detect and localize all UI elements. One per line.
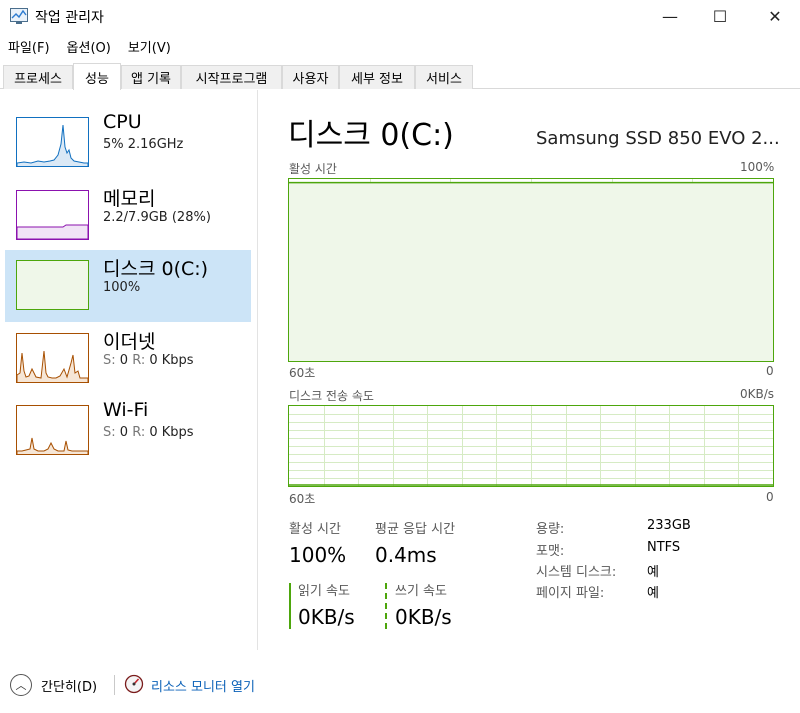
- resource-list: CPU 5% 2.16GHz 메모리 2.2/7.9GB (28%) 디스크 0…: [0, 90, 258, 650]
- wifi-thumbnail-graph: [16, 405, 89, 455]
- tab-performance[interactable]: 성능: [73, 63, 121, 90]
- menu-options[interactable]: 옵션(O): [59, 37, 120, 56]
- page-title: 디스크 0(C:): [288, 118, 454, 153]
- menu-file[interactable]: 파일(F): [0, 37, 59, 56]
- tab-processes[interactable]: 프로세스: [3, 65, 73, 89]
- resource-item-disk[interactable]: 디스크 0(C:) 100%: [5, 250, 251, 322]
- maximize-button[interactable]: ☐: [695, 0, 745, 32]
- read-speed-label: 읽기 속도: [298, 584, 350, 599]
- active-time-x-right: 0: [766, 364, 774, 378]
- tab-startup[interactable]: 시작프로그램: [181, 65, 282, 89]
- window-title: 작업 관리자: [35, 10, 104, 26]
- close-button[interactable]: ✕: [750, 0, 800, 32]
- wifi-send-label: S:: [103, 425, 116, 440]
- active-time-stat-value: 100%: [289, 543, 347, 567]
- system-disk-label: 시스템 디스크:: [536, 565, 617, 580]
- page-file-value: 예: [647, 586, 659, 601]
- active-time-x-left: 60초: [289, 366, 316, 380]
- disk-model: Samsung SSD 850 EVO 2...: [536, 128, 780, 149]
- transfer-rate-gridlines: [289, 406, 773, 486]
- cpu-subtitle: 5% 2.16GHz: [103, 137, 184, 152]
- memory-subtitle: 2.2/7.9GB (28%): [103, 210, 211, 225]
- tab-details[interactable]: 세부 정보: [339, 65, 415, 89]
- task-manager-icon: [10, 8, 28, 24]
- write-speed-label: 쓰기 속도: [395, 584, 447, 599]
- write-speed-value: 0KB/s: [395, 605, 452, 629]
- read-speed-value: 0KB/s: [298, 605, 355, 629]
- ethernet-send-value: 0: [119, 353, 129, 368]
- chevron-up-icon[interactable]: ︿: [10, 674, 32, 696]
- disk-subtitle: 100%: [103, 280, 141, 295]
- transfer-rate-graph-plot: [289, 406, 773, 486]
- capacity-label: 용량:: [536, 522, 565, 537]
- memory-title: 메모리: [103, 188, 156, 210]
- transfer-rate-x-right: 0: [766, 490, 774, 504]
- disk-title: 디스크 0(C:): [103, 258, 209, 280]
- maximize-icon: ☐: [712, 6, 728, 26]
- active-time-graph-label: 활성 시간: [289, 162, 337, 176]
- ethernet-send-label: S:: [103, 353, 116, 368]
- transfer-rate-graph-label: 디스크 전송 속도: [289, 389, 374, 403]
- menu-view[interactable]: 보기(V): [120, 37, 180, 56]
- active-time-graph: [288, 178, 774, 362]
- resource-item-cpu[interactable]: CPU 5% 2.16GHz: [5, 107, 251, 179]
- cpu-title: CPU: [103, 111, 142, 133]
- disk-thumbnail-graph: [16, 260, 89, 310]
- menu-bar: 파일(F) 옵션(O) 보기(V): [0, 34, 800, 58]
- active-time-stat-label: 활성 시간: [289, 522, 341, 537]
- page-file-label: 페이지 파일:: [536, 586, 605, 601]
- footer-divider: [114, 675, 115, 695]
- tab-app-history[interactable]: 앱 기록: [121, 65, 181, 89]
- active-time-graph-plot: [289, 179, 773, 361]
- transfer-rate-x-left: 60초: [289, 492, 316, 506]
- resource-monitor-icon[interactable]: [124, 674, 144, 694]
- write-speed-indicator: [385, 583, 387, 629]
- ethernet-subtitle: S: 0 R: 0 Kbps: [103, 353, 194, 368]
- format-label: 포맷:: [536, 544, 565, 559]
- resource-item-ethernet[interactable]: 이더넷 S: 0 R: 0 Kbps: [5, 323, 251, 395]
- ethernet-receive-label: R:: [132, 353, 146, 368]
- fewer-details-button[interactable]: 간단히(D): [41, 676, 97, 695]
- system-disk-value: 예: [647, 565, 659, 580]
- ethernet-receive-value: 0 Kbps: [149, 353, 194, 368]
- tab-users[interactable]: 사용자: [282, 65, 339, 89]
- open-resource-monitor-link[interactable]: 리소스 모니터 열기: [151, 676, 255, 695]
- footer: ︿ 간단히(D) 리소스 모니터 열기: [0, 665, 800, 705]
- active-time-fill: [289, 182, 773, 361]
- transfer-rate-graph-max: 0KB/s: [740, 387, 775, 401]
- minimize-button[interactable]: —: [645, 0, 695, 32]
- resource-item-memory[interactable]: 메모리 2.2/7.9GB (28%): [5, 180, 251, 252]
- wifi-send-value: 0: [119, 425, 129, 440]
- wifi-receive-label: R:: [132, 425, 146, 440]
- tab-services[interactable]: 서비스: [415, 65, 473, 89]
- resource-item-wifi[interactable]: Wi-Fi S: 0 R: 0 Kbps: [5, 395, 251, 467]
- minimize-icon: —: [662, 6, 678, 26]
- response-time-stat-value: 0.4ms: [375, 543, 437, 567]
- response-time-stat-label: 평균 응답 시간: [375, 522, 456, 537]
- read-speed-indicator: [289, 583, 291, 629]
- format-value: NTFS: [647, 540, 681, 555]
- memory-thumbnail-graph: [16, 190, 89, 240]
- ethernet-title: 이더넷: [103, 331, 156, 353]
- cpu-thumbnail-graph: [16, 117, 89, 167]
- active-time-graph-max: 100%: [740, 160, 775, 174]
- ethernet-thumbnail-graph: [16, 333, 89, 383]
- transfer-rate-graph: [288, 405, 774, 487]
- capacity-value: 233GB: [647, 518, 691, 533]
- close-icon: ✕: [768, 6, 782, 26]
- title-bar: 작업 관리자 — ☐ ✕: [0, 0, 800, 34]
- tab-strip: 프로세스 성능 앱 기록 시작프로그램 사용자 세부 정보 서비스: [0, 63, 800, 90]
- wifi-subtitle: S: 0 R: 0 Kbps: [103, 425, 194, 440]
- wifi-receive-value: 0 Kbps: [149, 425, 194, 440]
- wifi-title: Wi-Fi: [103, 399, 149, 421]
